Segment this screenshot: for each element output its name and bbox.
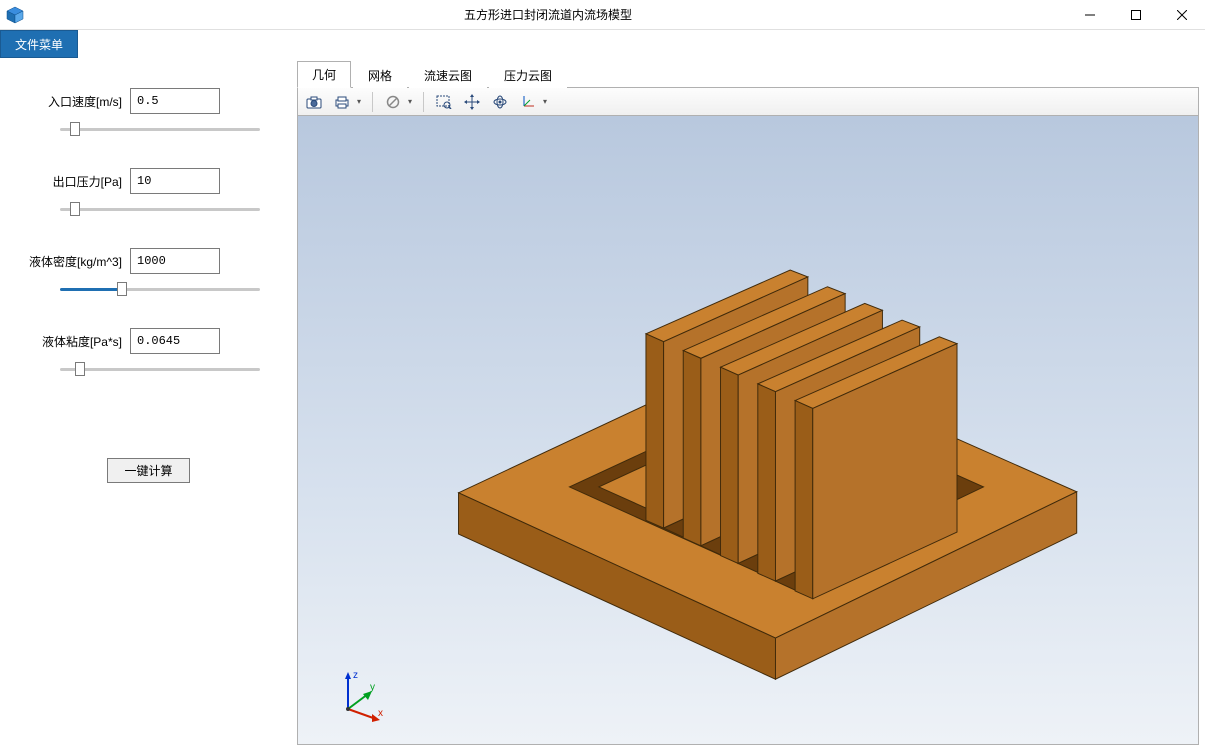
window-title: 五方形进口封闭流道内流场模型	[29, 6, 1067, 23]
disable-dropdown-icon[interactable]: ▾	[405, 97, 415, 106]
content-area: 入口速度[m/s] 出口压力[Pa] 液体密度[kg/m^3] 液体粘度[Pa*…	[0, 58, 1205, 751]
axis-icon[interactable]	[516, 91, 540, 113]
outlet-pressure-input[interactable]	[130, 168, 220, 194]
disable-icon[interactable]	[381, 91, 405, 113]
viscosity-row: 液体粘度[Pa*s]	[10, 328, 287, 354]
axis-triad: z x y	[328, 664, 388, 724]
axis-y-label: y	[370, 682, 375, 693]
density-label: 液体密度[kg/m^3]	[10, 253, 130, 270]
file-menu[interactable]: 文件菜单	[0, 30, 78, 58]
viewer-toolbar: ▾ ▾ ▾	[297, 88, 1199, 116]
print-icon[interactable]	[330, 91, 354, 113]
rotate-icon[interactable]	[488, 91, 512, 113]
parameter-panel: 入口速度[m/s] 出口压力[Pa] 液体密度[kg/m^3] 液体粘度[Pa*…	[0, 58, 297, 751]
pan-icon[interactable]	[460, 91, 484, 113]
inlet-velocity-label: 入口速度[m/s]	[10, 93, 130, 110]
density-input[interactable]	[130, 248, 220, 274]
tab-velocity[interactable]: 流速云图	[409, 62, 487, 88]
viewer-panel: 几何 网格 流速云图 压力云图 ▾ ▾	[297, 58, 1205, 751]
viscosity-label: 液体粘度[Pa*s]	[10, 333, 130, 350]
outlet-pressure-slider[interactable]	[60, 207, 260, 211]
3d-viewport[interactable]: .ftop{fill:#c9812f;stroke:#402a0a;stroke…	[297, 116, 1199, 745]
outlet-pressure-label: 出口压力[Pa]	[10, 173, 130, 190]
tab-pressure[interactable]: 压力云图	[489, 62, 567, 88]
maximize-button[interactable]	[1113, 0, 1159, 30]
menu-bar: 文件菜单	[0, 30, 1205, 58]
outlet-pressure-row: 出口压力[Pa]	[10, 168, 287, 194]
axis-z-label: z	[353, 670, 358, 681]
density-row: 液体密度[kg/m^3]	[10, 248, 287, 274]
tab-geometry[interactable]: 几何	[297, 61, 351, 88]
print-dropdown-icon[interactable]: ▾	[354, 97, 364, 106]
camera-icon[interactable]	[302, 91, 326, 113]
geometry-model: .ftop{fill:#c9812f;stroke:#402a0a;stroke…	[298, 116, 1198, 744]
axis-x-label: x	[378, 708, 383, 719]
close-button[interactable]	[1159, 0, 1205, 30]
viscosity-slider[interactable]	[60, 367, 260, 371]
axis-dropdown-icon[interactable]: ▾	[540, 97, 550, 106]
inlet-velocity-slider[interactable]	[60, 127, 260, 131]
minimize-button[interactable]	[1067, 0, 1113, 30]
app-icon	[0, 0, 29, 30]
window-controls	[1067, 0, 1205, 30]
tab-mesh[interactable]: 网格	[353, 62, 407, 88]
title-bar: 五方形进口封闭流道内流场模型	[0, 0, 1205, 30]
view-tabs: 几何 网格 流速云图 压力云图	[297, 64, 1199, 88]
compute-button[interactable]: 一键计算	[107, 458, 189, 483]
zoom-box-icon[interactable]	[432, 91, 456, 113]
inlet-velocity-input[interactable]	[130, 88, 220, 114]
density-slider[interactable]	[60, 287, 260, 291]
inlet-velocity-row: 入口速度[m/s]	[10, 88, 287, 114]
viscosity-input[interactable]	[130, 328, 220, 354]
